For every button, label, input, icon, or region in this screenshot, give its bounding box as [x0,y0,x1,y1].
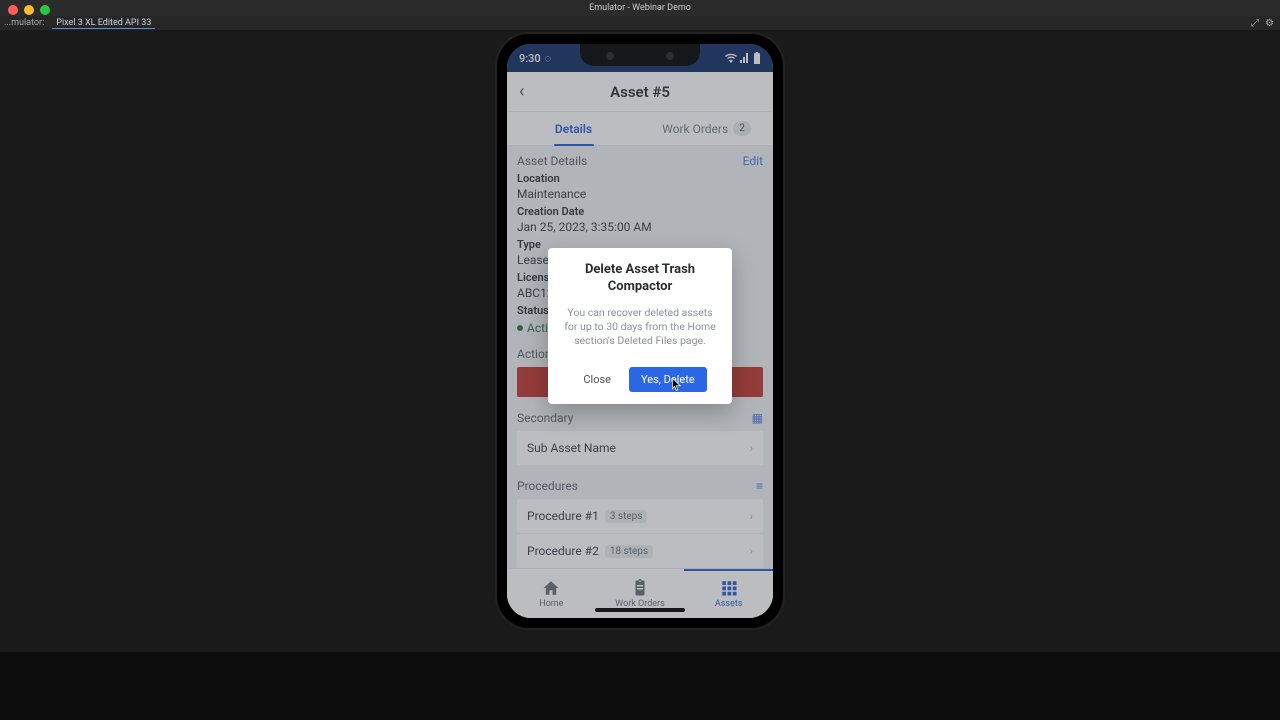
status-dot-icon [517,325,523,331]
sub-asset-name: Sub Asset Name [527,441,616,455]
phone-notch [580,44,700,66]
status-time: 9:30 [519,52,541,65]
phone-screen: 9:30 ◌ ‹ Asset #5 Details [507,44,773,618]
procedure-name: Procedure #2 [527,544,599,558]
creation-date-label: Creation Date [517,205,763,218]
page-title: Asset #5 [610,83,670,101]
window-minimize-icon[interactable] [24,5,34,15]
nav-work-orders-label: Work Orders [615,599,665,609]
host-window-title: Emulator - Webinar Demo [0,0,1280,16]
chevron-right-icon: › [749,509,753,523]
tab-work-orders[interactable]: Work Orders 2 [640,112,773,145]
delete-confirm-dialog: Delete Asset Trash Compactor You can rec… [548,248,732,403]
tab-details-label: Details [555,122,592,136]
home-indicator[interactable] [595,608,685,612]
mouse-cursor-icon [672,378,682,392]
dialog-title: Delete Asset Trash Compactor [560,262,720,296]
desktop-bottom-strip [0,652,1280,720]
nav-active-indicator [684,569,773,571]
creation-date-value: Jan 25, 2023, 3:35:00 AM [517,220,763,234]
gear-icon[interactable]: ⚙ [1265,18,1274,29]
procedure-row[interactable]: Procedure #2 18 steps › [517,534,763,568]
app-header: ‹ Asset #5 [507,72,773,112]
procedure-name: Procedure #1 [527,509,599,523]
window-close-icon[interactable] [8,5,18,15]
tab-details[interactable]: Details [507,112,640,145]
procedures-section-head: Procedures ≡ [517,479,763,493]
window-maximize-icon[interactable] [40,5,50,15]
grid-icon [720,579,738,597]
dialog-close-button[interactable]: Close [573,367,621,392]
procedure-steps-badge: 18 steps [605,545,653,558]
emulator-label: ...mulator: [4,18,44,28]
back-button[interactable]: ‹ [519,81,524,102]
phone-frame: 9:30 ◌ ‹ Asset #5 Details [497,34,783,628]
nav-home[interactable]: Home [507,569,596,618]
location-label: Location [517,172,763,185]
traffic-lights [8,5,50,15]
grid-icon[interactable]: ▦ [752,411,763,425]
clipboard-icon [631,579,649,597]
chevron-right-icon: › [749,544,753,558]
status-indicator-icon: ◌ [545,52,552,65]
section-title: Asset Details [517,154,587,168]
nav-assets-label: Assets [715,599,743,609]
secondary-section-head: Secondary ▦ [517,411,763,425]
edit-button[interactable]: Edit [743,154,763,168]
battery-icon [753,52,761,64]
tab-work-orders-label: Work Orders [662,122,728,136]
tabs: Details Work Orders 2 [507,112,773,146]
secondary-label: Secondary [517,411,573,425]
procedure-row[interactable]: Procedure #1 3 steps › [517,499,763,533]
wifi-icon [725,53,737,63]
nav-home-label: Home [539,599,563,609]
emulator-tab[interactable]: Pixel 3 XL Edited API 33 [52,18,155,29]
procedures-label: Procedures [517,479,578,493]
dialog-body: You can recover deleted assets for up to… [560,306,720,349]
location-value: Maintenance [517,187,763,201]
signal-icon [740,53,750,63]
procedure-steps-badge: 3 steps [605,510,648,523]
host-sub-bar: ...mulator: Pixel 3 XL Edited API 33 [0,16,1280,30]
tab-work-orders-count: 2 [733,121,751,136]
list-icon[interactable]: ≡ [756,479,763,493]
home-icon [542,579,560,597]
dialog-confirm-button[interactable]: Yes, Delete [629,367,707,392]
nav-assets[interactable]: Assets [684,569,773,618]
chevron-right-icon: › [749,441,753,455]
host-top-right-controls: ⤢ ⚙ [1251,18,1274,29]
sub-asset-row[interactable]: Sub Asset Name › [517,431,763,465]
expand-icon[interactable]: ⤢ [1251,18,1259,29]
